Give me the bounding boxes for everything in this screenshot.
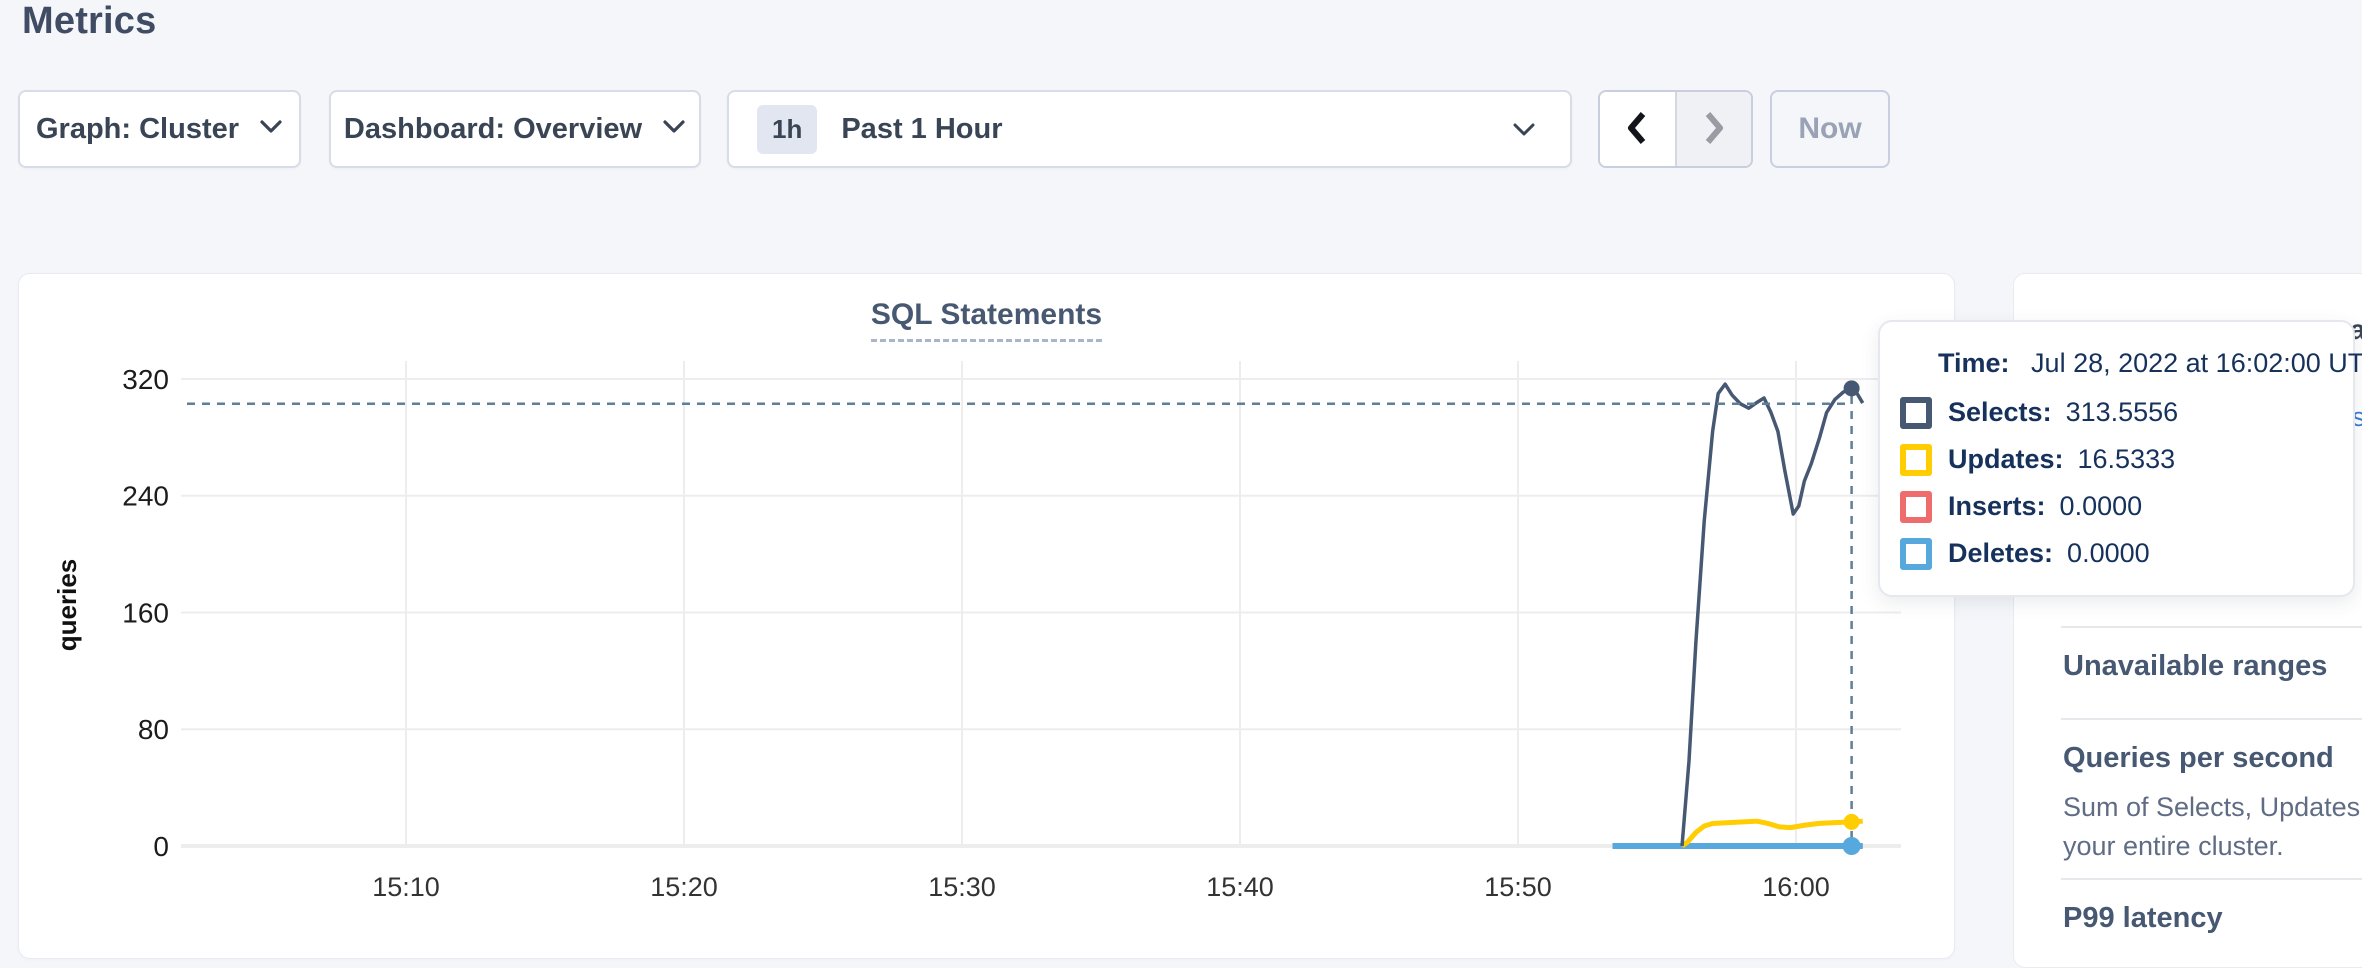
- y-axis-label: queries: [52, 559, 82, 652]
- sql-statements-chart[interactable]: 0 80 160 240 320 15:10 15:20 15:30 15:40 15:50 16:…: [19, 274, 1954, 958]
- sidebar-item-p99-latency: P99 latency: [2063, 902, 2223, 935]
- graph-scope-dropdown[interactable]: Graph: Cluster: [18, 90, 301, 168]
- dashboard-dropdown-label: Dashboard: Overview: [344, 113, 642, 146]
- chevron-right-icon: [1701, 109, 1727, 150]
- sidebar-item-queries-per-second: Queries per second: [2063, 742, 2334, 775]
- chart-title[interactable]: SQL Statements: [871, 298, 1102, 342]
- tooltip-time-label: Time:: [1938, 348, 2010, 378]
- chevron-down-icon: [259, 119, 283, 139]
- dashboard-dropdown[interactable]: Dashboard: Overview: [329, 90, 701, 168]
- inserts-legend-swatch: [1900, 491, 1932, 523]
- updates-hover-dot[interactable]: [1844, 814, 1860, 830]
- chevron-left-icon: [1624, 109, 1650, 150]
- updates-line[interactable]: [1682, 821, 1863, 846]
- previous-time-window-button[interactable]: [1600, 92, 1675, 166]
- deletes-hover-dot[interactable]: [1843, 837, 1861, 855]
- selects-hover-dot[interactable]: [1844, 380, 1860, 396]
- deletes-legend-swatch: [1900, 538, 1932, 570]
- chevron-down-icon: [662, 119, 686, 139]
- y-axis-tick-label: 240: [122, 481, 169, 512]
- next-time-window-button[interactable]: [1675, 92, 1752, 166]
- now-button[interactable]: Now: [1770, 90, 1890, 168]
- x-axis-tick-label: 15:20: [650, 872, 718, 902]
- x-axis-tick-label: 15:50: [1484, 872, 1552, 902]
- y-axis-tick-label: 0: [153, 831, 169, 862]
- chevron-down-icon: [1512, 122, 1536, 142]
- tooltip-selects-row: Selects: 313.5556: [1900, 389, 2329, 436]
- tooltip-deletes-row: Deletes: 0.0000: [1900, 530, 2329, 577]
- page-title: Metrics: [22, 0, 156, 43]
- sql-statements-chart-card: SQL Statements 0 80 160 240 320 15:10 15:20 15:…: [18, 273, 1955, 959]
- chart-tooltip: Time: Jul 28, 2022 at 16:02:00 UTC Selec…: [1878, 320, 2355, 597]
- time-range-selector[interactable]: 1h Past 1 Hour: [727, 90, 1572, 168]
- tooltip-time-row: Time: Jul 28, 2022 at 16:02:00 UTC: [1938, 348, 2329, 379]
- updates-legend-swatch: [1900, 444, 1932, 476]
- x-axis-tick-label: 15:40: [1206, 872, 1274, 902]
- selects-legend-swatch: [1900, 397, 1932, 429]
- divider: [2061, 626, 2362, 628]
- x-axis-tick-label: 15:30: [928, 872, 996, 902]
- time-pager: [1598, 90, 1753, 168]
- x-axis-tick-label: 16:00: [1762, 872, 1830, 902]
- sidebar-item-unavailable-ranges: Unavailable ranges: [2063, 650, 2327, 683]
- divider: [2061, 718, 2362, 720]
- divider: [2061, 878, 2362, 880]
- x-axis-tick-label: 15:10: [372, 872, 440, 902]
- graph-scope-dropdown-label: Graph: Cluster: [36, 113, 239, 146]
- y-axis-tick-label: 160: [122, 597, 169, 628]
- tooltip-inserts-row: Inserts: 0.0000: [1900, 483, 2329, 530]
- queries-per-second-description: Sum of Selects, Updates, Inser your enti…: [2063, 788, 2362, 866]
- selects-line[interactable]: [1682, 384, 1863, 846]
- y-axis-tick-label: 320: [122, 364, 169, 395]
- tooltip-updates-row: Updates: 16.5333: [1900, 436, 2329, 483]
- time-range-label: Past 1 Hour: [841, 113, 1002, 146]
- time-range-badge: 1h: [757, 105, 817, 154]
- tooltip-time-value: Jul 28, 2022 at 16:02:00 UTC: [2031, 348, 2362, 378]
- y-axis-tick-label: 80: [138, 714, 169, 745]
